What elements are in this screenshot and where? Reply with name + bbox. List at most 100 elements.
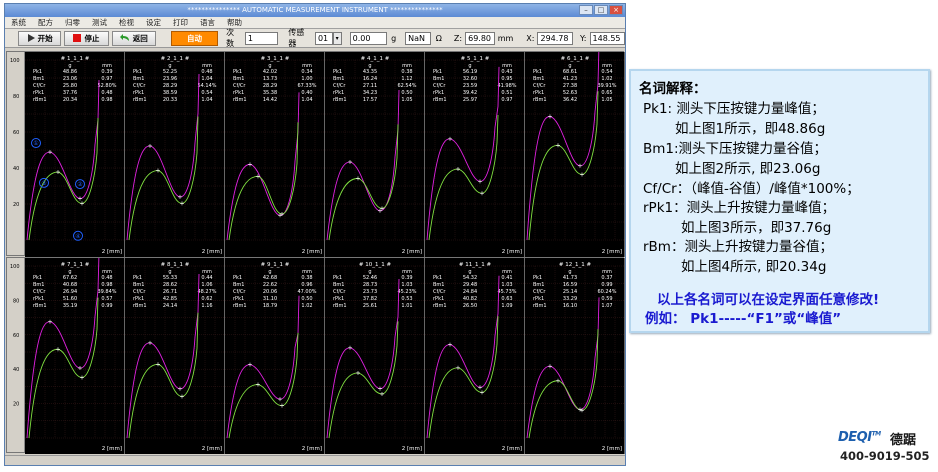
value-cell: 0.38 <box>401 69 412 75</box>
value-cell: 28.62 <box>163 282 177 288</box>
z-label: Z: <box>453 33 463 43</box>
ohm-unit: Ω <box>435 33 442 43</box>
y-tick-label: 80 <box>13 298 19 304</box>
row-label: Pk1 <box>33 69 42 75</box>
minimize-icon[interactable]: – <box>579 5 593 15</box>
menu-settings[interactable]: 设定 <box>146 17 161 28</box>
title-bar[interactable]: *************** AUTOMATIC MEASUREMENT IN… <box>5 4 625 17</box>
row-label: rPk1 <box>233 90 244 96</box>
value-cell: 67.33% <box>297 83 316 89</box>
chart-panel[interactable]: # 7_1_1 # g mm Pk1 67.62 0.48 Bm1 40.68 0.98 Cf/C… <box>25 252 125 454</box>
chart-panel[interactable]: # 10_1_1 # g mm Pk1 52.46 0.39 Bm1 28.73 1.03 Cf/… <box>325 258 425 454</box>
force-unit: g <box>391 33 397 43</box>
value-cell: 51.60 <box>63 296 77 302</box>
value-cell: 47.00% <box>297 289 316 295</box>
chart-row-bottom: 100 80 60 40 20 # 7_1_1 # g mm Pk1 67.62 0.48 Bm1 40… <box>6 252 625 454</box>
force-curve-chart: # 5_1_1 #g mmPk1 56.19 0.43Bm1 32.60 0.95Cf/C… <box>425 56 525 255</box>
value-cell: 1.03 <box>501 282 512 288</box>
value-cell: 24.14 <box>163 303 177 309</box>
maximize-icon[interactable]: □ <box>594 5 608 15</box>
value-cell: 40.82 <box>463 296 477 302</box>
stop-button[interactable]: 停止 <box>64 30 109 46</box>
sensor-select[interactable]: 01 <box>314 31 333 45</box>
menu-print[interactable]: 打印 <box>173 17 188 28</box>
x-axis-label: 2 [mm] <box>202 249 222 255</box>
force-curve-chart: # 9_1_1 #g mmPk1 42.68 0.38Bm1 22.62 0.96Cf/C… <box>225 262 325 452</box>
value-cell: 48.27% <box>197 289 216 295</box>
panel-title: # 11_1_1 # <box>459 262 492 268</box>
y-tick-label: 40 <box>13 166 19 172</box>
bm1-marker <box>478 385 482 390</box>
value-cell: 41.73 <box>563 275 577 281</box>
value-cell: 40.68 <box>63 282 77 288</box>
release-curve <box>428 115 499 241</box>
pk1-marker <box>448 136 452 141</box>
panel-title: # 9_1_1 # <box>261 262 290 268</box>
row-label: rBm1 <box>233 97 247 103</box>
chart-panel[interactable]: # 1_1_1 # g mm Pk1 48.86 0.39 Bm1 23.06 0.97 Cf/C… <box>25 52 125 257</box>
row-label: Pk1 <box>533 69 542 75</box>
window-title: *************** AUTOMATIC MEASUREMENT IN… <box>187 6 443 14</box>
value-cell: 1.02 <box>301 303 312 309</box>
chart-panel[interactable]: # 3_1_1 # g mm Pk1 42.02 0.34 Bm1 13.73 1.00 Cf/C… <box>225 52 325 257</box>
menu-system[interactable]: 系统 <box>11 17 26 28</box>
stop-icon <box>73 34 82 42</box>
rbm1-marker <box>80 375 84 380</box>
value-cell: 32.60 <box>463 76 477 82</box>
rpk1-marker <box>456 167 460 172</box>
value-cell: 1.06 <box>201 282 212 288</box>
chart-panel[interactable]: # 11_1_1 # g mm Pk1 54.32 0.41 Bm1 29.48 1.03 Cf/… <box>425 258 525 454</box>
chart-panel[interactable]: # 5_1_1 # g mm Pk1 56.19 0.43 Bm1 32.60 0.95 Cf/C… <box>425 52 525 257</box>
app-window: *************** AUTOMATIC MEASUREMENT IN… <box>4 3 626 466</box>
chart-panel[interactable]: # 6_1_1 # g mm Pk1 68.61 0.54 Bm1 41.23 1.02 Cf/C… <box>525 44 625 257</box>
force-curve-chart: # 4_1_1 #g mmPk1 43.35 0.38Bm1 16.24 1.12Cf/C… <box>325 56 425 255</box>
x-label: X: <box>526 33 535 43</box>
release-curve <box>28 118 99 241</box>
value-cell: 1.07 <box>601 303 612 309</box>
chart-panel[interactable]: # 9_1_1 # g mm Pk1 42.68 0.38 Bm1 22.62 0.96 Cf/C… <box>225 258 325 454</box>
value-cell: 54.14% <box>197 83 216 89</box>
back-button[interactable]: 返回 <box>111 30 156 46</box>
x-axis-label: 2 [mm] <box>202 446 222 452</box>
value-cell: 0.44 <box>201 275 212 281</box>
value-cell: 0.34 <box>301 69 312 75</box>
force-curve-chart: # 10_1_1 #g mmPk1 52.46 0.39Bm1 28.73 1.03Cf/… <box>325 262 425 452</box>
chart-panel[interactable]: # 12_1_1 # g mm Pk1 41.73 0.37 Bm1 16.59 0.99 Cf/… <box>525 258 625 454</box>
menu-language[interactable]: 语言 <box>200 17 215 28</box>
row-label: rPk1 <box>33 296 44 302</box>
menu-test[interactable]: 测试 <box>92 17 107 28</box>
value-cell: 0.50 <box>301 296 312 302</box>
menu-bar: 系统 配方 归零 测试 检视 设定 打印 语言 帮助 <box>5 17 625 29</box>
value-cell: 0.98 <box>101 97 112 103</box>
x-axis-label: 2 [mm] <box>402 446 422 452</box>
force-curve-chart: # 3_1_1 #g mmPk1 42.02 0.34Bm1 13.73 1.00Cf/C… <box>225 56 325 255</box>
force-readout: 0.00 <box>349 31 388 45</box>
annotation-number: ② <box>77 181 83 188</box>
chart-panel[interactable]: # 4_1_1 # g mm Pk1 43.35 0.38 Bm1 16.24 1.12 Cf/C… <box>325 52 425 257</box>
auto-button[interactable]: 自动 <box>170 30 219 46</box>
menu-recipe[interactable]: 配方 <box>38 17 53 28</box>
row-label: Bm1 <box>133 282 144 288</box>
value-cell: 1.04 <box>201 76 212 82</box>
pk1-marker <box>148 340 152 345</box>
chart-panel[interactable]: # 2_1_1 # g mm Pk1 52.25 0.48 Bm1 23.96 1.04 Cf/C… <box>125 52 225 257</box>
menu-view[interactable]: 检视 <box>119 17 134 28</box>
row-label: Bm1 <box>433 76 444 82</box>
count-input[interactable]: 1 <box>244 31 279 45</box>
chart-panel[interactable]: # 8_1_1 # g mm Pk1 55.33 0.44 Bm1 28.62 1.06 Cf/C… <box>125 258 225 454</box>
value-cell: 0.48 <box>101 275 112 281</box>
panel-title: # 5_1_1 # <box>461 56 490 62</box>
annotation-number: ① <box>33 140 38 147</box>
value-cell: 25.97 <box>463 97 477 103</box>
menu-zero[interactable]: 归零 <box>65 17 80 28</box>
pk1-marker <box>48 319 52 324</box>
row-label: rBm1 <box>433 97 447 103</box>
close-icon[interactable]: × <box>609 5 623 15</box>
annotation-number: ④ <box>75 233 80 240</box>
value-cell: 20.34 <box>63 97 77 103</box>
sensor-dropdown-icon[interactable]: ▾ <box>332 31 342 45</box>
value-cell: 54.32 <box>463 275 477 281</box>
row-label: Cf/Cr <box>433 83 446 89</box>
start-button[interactable]: 开始 <box>18 30 62 46</box>
row-label: Bm1 <box>533 76 544 82</box>
